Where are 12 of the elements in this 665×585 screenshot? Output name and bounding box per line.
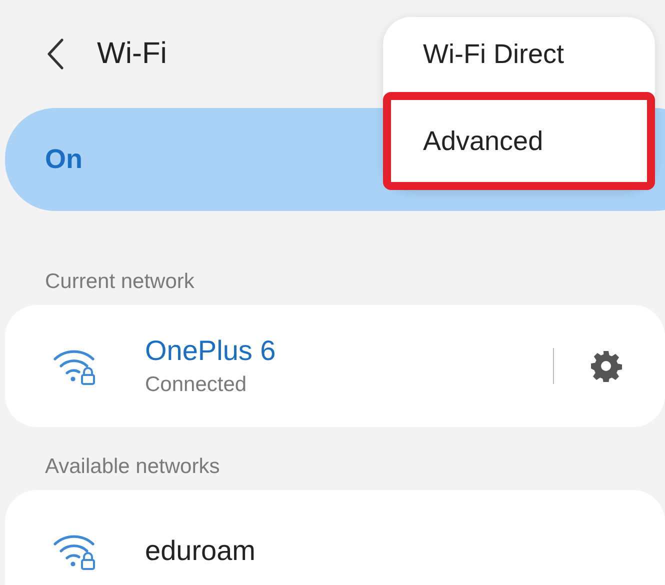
menu-item[interactable]: Wi-Fi Direct [383,17,655,92]
page-title: Wi-Fi [97,37,167,71]
network-name: eduroam [145,535,256,567]
back-icon[interactable] [46,38,64,70]
network-status: Connected [145,373,248,397]
settings-icon[interactable] [590,350,622,382]
menu-item[interactable]: Advanced [383,92,655,190]
network-item[interactable]: OnePlus 6 Connected [5,305,665,427]
network-name: OnePlus 6 [145,335,276,367]
section-label: Available networks [44,454,221,480]
section-label: Current network [44,269,196,295]
network-item[interactable]: eduroam [5,490,665,585]
